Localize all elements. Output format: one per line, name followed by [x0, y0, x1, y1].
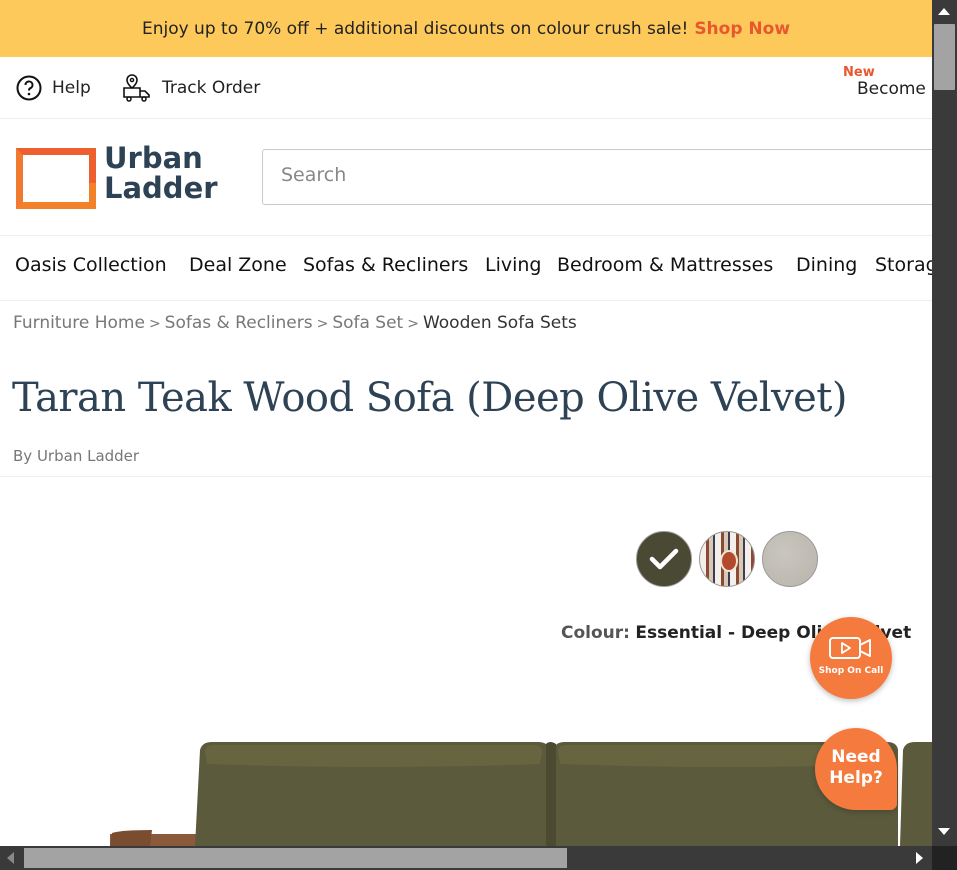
check-icon — [649, 548, 679, 570]
byline-prefix: By — [13, 447, 33, 465]
section-divider — [0, 476, 932, 477]
become-label: Become — [857, 79, 926, 99]
breadcrumb-current: Wooden Sofa Sets — [422, 313, 577, 333]
help-label: Help — [52, 77, 91, 98]
nav-item-deal-zone[interactable]: Deal Zone — [189, 254, 287, 276]
vertical-scroll-thumb[interactable] — [934, 24, 955, 90]
colour-label: Colour: — [561, 623, 630, 643]
scroll-left-arrow-icon[interactable] — [7, 852, 14, 864]
page-viewport: Enjoy up to 70% off + additional discoun… — [0, 0, 932, 846]
vertical-scrollbar[interactable] — [932, 0, 957, 846]
swatch-deep-olive-velvet[interactable] — [636, 531, 692, 587]
nav-item-storage[interactable]: Storage — [875, 254, 932, 276]
scroll-up-arrow-icon[interactable] — [938, 8, 950, 15]
breadcrumb-separator: > — [316, 316, 329, 332]
brand-link[interactable]: Urban Ladder — [37, 447, 139, 465]
breadcrumb-link[interactable]: Sofa Set — [332, 313, 403, 333]
scrollbar-corner — [932, 846, 957, 870]
track-order-link[interactable]: Track Order — [122, 57, 260, 118]
scroll-down-arrow-icon[interactable] — [938, 828, 950, 835]
shop-now-link[interactable]: Shop Now — [694, 19, 790, 39]
logo-mark-icon — [16, 148, 96, 209]
product-byline: By Urban Ladder — [13, 447, 139, 465]
horizontal-scrollbar[interactable] — [0, 846, 932, 870]
nav-item-living[interactable]: Living — [485, 254, 542, 276]
swatch-patterned-fabric[interactable] — [699, 531, 755, 587]
sofa-image — [110, 742, 932, 846]
shop-on-call-label: Shop On Call — [818, 666, 884, 676]
swatch-grey-fabric[interactable] — [762, 531, 818, 587]
urban-ladder-logo[interactable]: Urban Ladder — [16, 143, 218, 209]
breadcrumb: Furniture Home > Sofas & Recliners > Sofa Se… — [13, 313, 577, 333]
scroll-right-arrow-icon[interactable] — [916, 852, 923, 864]
main-nav: Oasis Collection Deal Zone Sofas & Recli… — [0, 236, 932, 301]
logo-wordmark: Urban Ladder — [104, 141, 218, 205]
product-image[interactable] — [0, 730, 932, 846]
breadcrumb-separator: > — [407, 316, 419, 332]
track-order-label: Track Order — [162, 77, 261, 98]
nav-item-sofas-recliners[interactable]: Sofas & Recliners — [303, 254, 468, 276]
help-link[interactable]: Help — [16, 57, 91, 118]
shop-on-call-button[interactable]: Shop On Call — [810, 617, 892, 699]
nav-item-dining[interactable]: Dining — [796, 254, 857, 276]
breadcrumb-link[interactable]: Sofas & Recliners — [165, 313, 313, 333]
utility-bar: Help Track Order New Become — [0, 57, 932, 119]
nav-item-bedroom-mattresses[interactable]: Bedroom & Mattresses — [557, 254, 773, 276]
promo-banner[interactable]: Enjoy up to 70% off + additional discoun… — [0, 0, 932, 57]
nav-item-oasis-collection[interactable]: Oasis Collection — [15, 254, 167, 276]
search-input[interactable] — [279, 163, 923, 187]
delivery-truck-icon — [123, 73, 150, 102]
need-help-button[interactable]: Need Help? — [815, 728, 897, 810]
new-badge: New — [843, 65, 875, 80]
site-header: Urban Ladder — [0, 119, 932, 236]
horizontal-scroll-thumb[interactable] — [24, 848, 567, 868]
help-icon — [16, 75, 42, 100]
promo-text: Enjoy up to 70% off + additional discoun… — [141, 18, 689, 39]
breadcrumb-separator: > — [148, 316, 161, 332]
search-box[interactable] — [262, 149, 932, 205]
product-title: Taran Teak Wood Sofa (Deep Olive Velvet) — [12, 375, 847, 421]
breadcrumb-link[interactable]: Furniture Home — [13, 313, 145, 333]
need-help-label: Need Help? — [829, 747, 883, 788]
video-camera-icon — [829, 637, 871, 659]
